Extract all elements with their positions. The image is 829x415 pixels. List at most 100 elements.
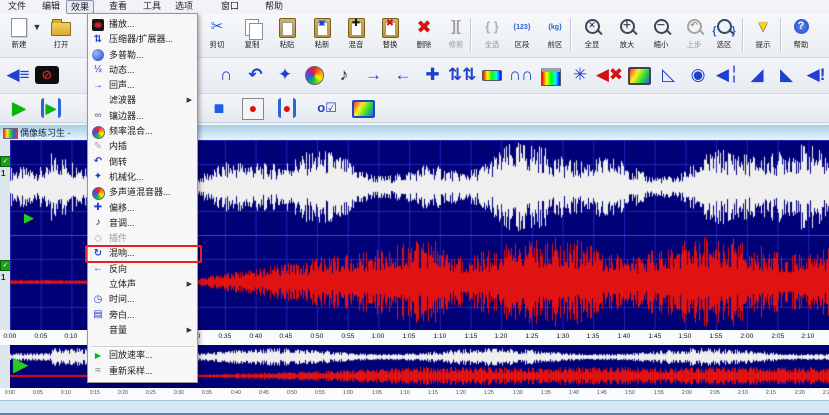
reduce-vocals-effect-button[interactable]: ◀✖ <box>596 61 624 89</box>
menubar-item-1[interactable]: 编辑 <box>38 0 64 12</box>
record-selection-button[interactable]: ● <box>272 96 302 120</box>
menu-item-frequency-blend[interactable]: 频率混合... <box>88 124 197 139</box>
menu-item-volume[interactable]: 音量▶ <box>88 323 197 338</box>
menu-item-playback-rate[interactable]: ▶回放速率... <box>88 348 197 363</box>
menu-item-flanger[interactable]: ∞镶边器... <box>88 109 197 124</box>
zoom-previous-button[interactable]: ↶上步 <box>679 16 709 55</box>
doppler-icon <box>92 49 104 61</box>
cue-hint-button[interactable]: ▼提示 <box>748 16 778 55</box>
select-all-button[interactable]: { }全选 <box>477 16 507 55</box>
mechanize-effect-button[interactable]: ✦ <box>271 61 299 89</box>
delete-button[interactable]: ✖删除 <box>409 16 439 55</box>
new-button[interactable]: 新建 <box>4 16 34 55</box>
zoom-selection-button[interactable]: {}选区 <box>709 16 739 55</box>
fade-out-effect-button[interactable]: ◣ <box>773 61 801 89</box>
record-options-button[interactable]: o☑ <box>312 96 342 120</box>
pitch-effect-button[interactable]: ♪ <box>330 61 358 89</box>
reverb-effect-button[interactable]: → <box>360 61 388 89</box>
menu-item-offset[interactable]: ✚偏移... <box>88 201 197 216</box>
new-file-icon <box>4 16 34 40</box>
stop-button[interactable]: ■ <box>204 96 234 120</box>
overview-tick-label: 0:45 <box>259 390 269 395</box>
speaker-warn-effect-button[interactable]: ◀! <box>802 61 829 89</box>
overview-tick-label: 2:15 <box>766 390 776 395</box>
zoom-previous-icon: ↶ <box>679 16 709 40</box>
invert-effect-button[interactable]: ↶ <box>242 61 270 89</box>
cut-button[interactable]: ✂剪切 <box>202 16 232 55</box>
stereo-doors-effect-button[interactable]: ∩∩ <box>507 61 535 89</box>
mute-effect-button[interactable]: ⊘ <box>33 61 61 89</box>
menu-item-reverse[interactable]: ←反向 <box>88 262 197 277</box>
play-button[interactable]: ▶ <box>4 96 34 120</box>
mixer-effect-button[interactable] <box>301 61 329 89</box>
offset-effect-button[interactable]: ✚ <box>419 61 447 89</box>
menu-item-echo[interactable]: →回声... <box>88 78 197 93</box>
play-selection-button[interactable]: ▶ <box>36 96 66 120</box>
new-dropdown-button[interactable]: ▼ <box>31 16 43 55</box>
toolbar-label: 上步 <box>680 40 708 48</box>
menu-item-mechanize[interactable]: ✦机械化... <box>88 170 197 185</box>
reverb-icon: ↻ <box>92 248 104 260</box>
menu-item-plugin[interactable]: ◇插件 <box>88 231 197 246</box>
dynamics-effect-button[interactable]: ⇅⇅ <box>448 61 476 89</box>
menu-item-invert[interactable]: ↶倒转 <box>88 155 197 170</box>
cut-icon: ✂ <box>202 16 232 40</box>
spectrum-effect-button[interactable] <box>478 61 506 89</box>
copy-button[interactable]: 复制 <box>237 16 267 55</box>
menu-item-reverb[interactable]: ↻混响... <box>88 246 197 261</box>
menu-item-stereo[interactable]: 立体声▶ <box>88 277 197 292</box>
trim-button[interactable]: ][修剪 <box>441 16 471 55</box>
menu-item-resample[interactable]: ≈重新采样... <box>88 364 197 379</box>
menu-item-filter[interactable]: 滤波器▶ <box>88 93 197 108</box>
paste-button[interactable]: 粘贴 <box>272 16 302 55</box>
zoom-out-button[interactable]: －缩小 <box>646 16 676 55</box>
main-tick-label: 1:40 <box>617 333 630 340</box>
time-icon: ◷ <box>92 294 104 306</box>
volume-slider-effect-button[interactable]: ◀╎ <box>714 61 742 89</box>
speaker-circle-effect-button[interactable]: ◉ <box>684 61 712 89</box>
overview-playhead-marker[interactable]: ▶ <box>13 352 28 377</box>
menu-item-dynamics[interactable]: ½动态... <box>88 63 197 78</box>
menubar-item-5[interactable]: 选项 <box>171 0 197 12</box>
main-tick-label: 0:50 <box>310 333 323 340</box>
delete-icon: ✖ <box>409 16 439 40</box>
speaker-eq-effect-button[interactable]: ◀≡ <box>4 61 32 89</box>
menu-item-voice-over[interactable]: ▤旁白... <box>88 308 197 323</box>
menu-item-pitch[interactable]: ♪音调... <box>88 216 197 231</box>
filter-machine-effect-button[interactable] <box>537 61 565 89</box>
reverse-effect-button[interactable]: ← <box>389 61 417 89</box>
playhead-marker[interactable]: ▶ <box>24 210 34 226</box>
menu-item-compressor-expander[interactable]: ⇅压缩器/扩展器... <box>88 32 197 47</box>
menubar-item-2[interactable]: 效果 <box>66 0 94 14</box>
fade-in-effect-button[interactable]: ◢ <box>743 61 771 89</box>
replace-button[interactable]: ✖替换 <box>375 16 405 55</box>
open-button[interactable]: 打开 <box>46 16 76 55</box>
record-button[interactable]: ● <box>238 96 268 120</box>
overview-tick-label: 2:25 <box>823 390 829 395</box>
zoom-in-button[interactable]: ＋放大 <box>612 16 642 55</box>
menu-item-time[interactable]: ◷时间... <box>88 292 197 307</box>
doppler-arc-effect-button[interactable]: ∩ <box>212 61 240 89</box>
set-selection-button[interactable]: {123}区段 <box>507 16 537 55</box>
help-button[interactable]: ?帮助 <box>786 16 816 55</box>
visual-properties-button[interactable] <box>348 96 378 120</box>
fade-flag-effect-button[interactable]: ◺ <box>655 61 683 89</box>
mix-button[interactable]: ✚混音 <box>341 16 371 55</box>
menubar-item-6[interactable]: 窗口 <box>217 0 243 12</box>
menu-item-doppler[interactable]: 多普勒... <box>88 48 197 63</box>
prev-selection-button[interactable]: {kg}前区 <box>540 16 570 55</box>
submenu-arrow-icon: ▶ <box>187 93 192 108</box>
menu-item-playback[interactable]: 播放... <box>88 17 197 32</box>
menubar-item-7[interactable]: 帮助 <box>261 0 287 12</box>
monitor-effect-button[interactable] <box>625 61 653 89</box>
paste-new-button[interactable]: ▣粘新 <box>307 16 337 55</box>
flanger-burst-effect-button[interactable]: ✳ <box>566 61 594 89</box>
menubar-item-3[interactable]: 查看 <box>105 0 131 12</box>
menu-item-interpolate[interactable]: ✎内插 <box>88 139 197 154</box>
overview-tick-label: 0:20 <box>118 390 128 395</box>
menu-item-multichannel-mixer[interactable]: 多声道混音器... <box>88 185 197 200</box>
menubar-item-0[interactable]: 文件 <box>4 0 30 12</box>
menubar-item-4[interactable]: 工具 <box>139 0 165 12</box>
audio-editor-window: 文件编辑效果查看工具选项 窗口 帮助 新建▼打开 ✂剪切复制粘贴▣粘新✚混音✖替换✖删… <box>0 0 829 415</box>
view-all-button[interactable]: ✕全显 <box>577 16 607 55</box>
